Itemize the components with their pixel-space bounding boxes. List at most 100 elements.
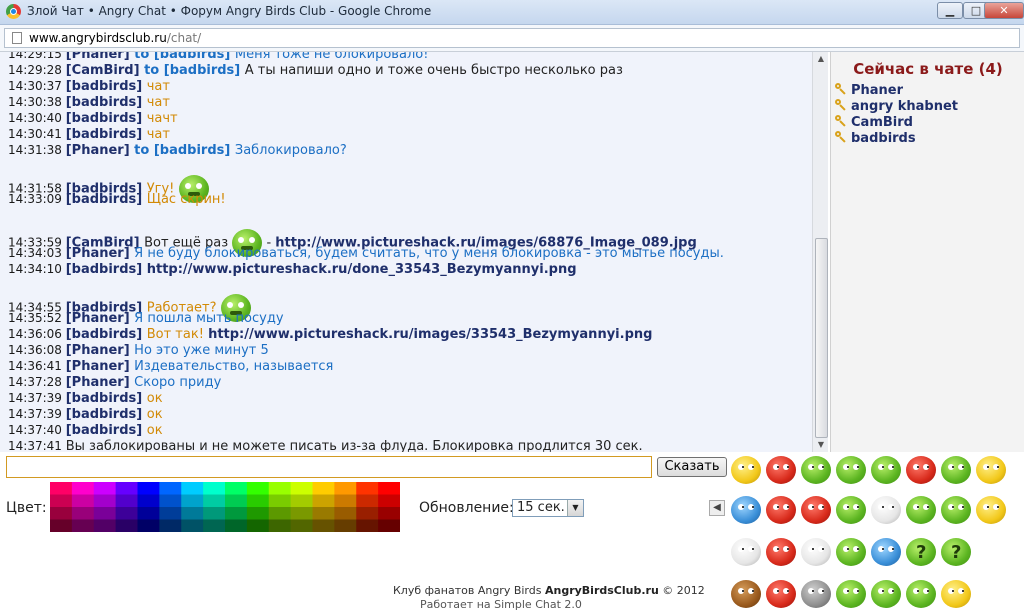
message-nick[interactable]: [badbirds] <box>66 262 147 277</box>
send-button[interactable]: Сказать <box>657 457 727 477</box>
color-swatch[interactable] <box>159 519 182 533</box>
message-nick[interactable]: [badbirds] <box>66 391 147 406</box>
color-swatch[interactable] <box>312 519 335 533</box>
online-user[interactable]: Phaner <box>835 83 903 99</box>
message-link[interactable]: http://www.pictureshack.ru/done_33543_Be… <box>147 262 577 277</box>
color-swatch[interactable] <box>93 482 117 495</box>
color-swatch[interactable] <box>246 494 270 508</box>
color-swatch[interactable] <box>137 507 160 520</box>
color-swatch[interactable] <box>71 494 95 508</box>
message-recipient[interactable]: to [badbirds] <box>134 52 235 62</box>
speaker-icon[interactable]: ◀ <box>709 500 725 516</box>
color-swatch[interactable] <box>181 519 204 533</box>
emoticon-green-icon[interactable] <box>941 496 971 524</box>
message-nick[interactable]: [Phaner] <box>66 246 134 261</box>
color-swatch[interactable] <box>268 482 292 495</box>
color-swatch[interactable] <box>246 482 270 495</box>
color-swatch[interactable] <box>159 507 182 520</box>
color-swatch[interactable] <box>378 482 400 495</box>
emoticon-green-icon[interactable] <box>871 580 901 608</box>
emoticon-red-icon[interactable] <box>766 580 796 608</box>
color-swatch[interactable] <box>312 482 335 495</box>
color-swatch[interactable] <box>225 482 248 495</box>
color-swatch[interactable] <box>225 507 248 520</box>
emoticon-green-icon[interactable] <box>871 456 901 484</box>
color-swatch[interactable] <box>93 507 117 520</box>
color-swatch[interactable] <box>334 482 357 495</box>
color-swatch[interactable] <box>246 519 270 533</box>
color-swatch[interactable] <box>50 519 73 533</box>
color-swatch[interactable] <box>290 519 313 533</box>
emoticon-brown-icon[interactable] <box>731 580 761 608</box>
url-field[interactable]: www.angrybirdsclub.ru/chat/ <box>4 28 1020 48</box>
emoticon-red-icon[interactable] <box>766 496 796 524</box>
emoticon-green-icon[interactable] <box>906 580 936 608</box>
color-swatch[interactable] <box>225 519 248 533</box>
message-nick[interactable]: [Phaner] <box>66 52 134 62</box>
chevron-down-icon[interactable]: ▼ <box>567 500 583 516</box>
emoticon-red-icon[interactable] <box>766 538 796 566</box>
color-swatch[interactable] <box>93 494 117 508</box>
message-nick[interactable]: [badbirds] <box>66 407 147 422</box>
emoticon-red-icon[interactable] <box>801 496 831 524</box>
color-swatch[interactable] <box>159 482 182 495</box>
color-swatch[interactable] <box>115 482 138 495</box>
message-nick[interactable]: [Phaner] <box>66 143 134 158</box>
color-swatch[interactable] <box>159 494 182 508</box>
message-nick[interactable]: [Phaner] <box>66 311 134 326</box>
color-swatch[interactable] <box>115 507 138 520</box>
color-swatch[interactable] <box>334 507 357 520</box>
scroll-thumb[interactable] <box>815 238 828 438</box>
color-swatch[interactable] <box>378 519 400 533</box>
color-swatch[interactable] <box>181 507 204 520</box>
online-user[interactable]: angry khabnet <box>835 99 958 115</box>
color-swatch[interactable] <box>203 482 226 495</box>
emoticon-green-icon[interactable] <box>836 580 866 608</box>
color-swatch[interactable] <box>71 507 95 520</box>
message-nick[interactable]: [badbirds] <box>66 423 147 438</box>
color-swatch[interactable] <box>378 507 400 520</box>
color-swatch[interactable] <box>356 482 379 495</box>
color-swatch[interactable] <box>115 494 138 508</box>
emoticon-green-icon[interactable] <box>906 538 936 566</box>
message-nick[interactable]: [CamBird] <box>66 63 144 78</box>
color-swatch[interactable] <box>203 507 226 520</box>
emoticon-yellow-icon[interactable] <box>731 456 761 484</box>
emoticon-white-icon[interactable] <box>871 496 901 524</box>
color-swatch[interactable] <box>181 482 204 495</box>
message-nick[interactable]: [badbirds] <box>66 79 147 94</box>
chat-scrollbar[interactable]: ▲ ▼ <box>812 52 828 452</box>
message-recipient[interactable]: to [badbirds] <box>134 143 235 158</box>
color-swatch[interactable] <box>50 507 73 520</box>
color-swatch[interactable] <box>71 519 95 533</box>
color-swatch[interactable] <box>50 494 73 508</box>
message-nick[interactable]: [badbirds] <box>66 127 147 142</box>
color-swatch[interactable] <box>246 507 270 520</box>
emoticon-grey-icon[interactable] <box>801 580 831 608</box>
message-input[interactable] <box>6 456 652 478</box>
color-swatch[interactable] <box>203 494 226 508</box>
emoticon-yellow-icon[interactable] <box>941 580 971 608</box>
message-nick[interactable]: [badbirds] <box>66 111 147 126</box>
color-swatch[interactable] <box>268 494 292 508</box>
message-nick[interactable]: [Phaner] <box>66 343 134 358</box>
emoticon-green-icon[interactable] <box>801 456 831 484</box>
message-recipient[interactable]: to [badbirds] <box>144 63 245 78</box>
color-swatch[interactable] <box>290 494 313 508</box>
color-swatch[interactable] <box>137 519 160 533</box>
color-swatch[interactable] <box>334 519 357 533</box>
emoticon-blue-icon[interactable] <box>871 538 901 566</box>
color-swatch[interactable] <box>312 494 335 508</box>
color-swatch[interactable] <box>356 507 379 520</box>
color-swatch[interactable] <box>137 482 160 495</box>
emoticon-yellow-icon[interactable] <box>976 496 1006 524</box>
color-swatch[interactable] <box>225 494 248 508</box>
emoticon-green-icon[interactable] <box>836 538 866 566</box>
color-swatch[interactable] <box>290 507 313 520</box>
color-swatch[interactable] <box>334 494 357 508</box>
color-swatch[interactable] <box>378 494 400 508</box>
emoticon-green-icon[interactable] <box>836 456 866 484</box>
message-nick[interactable]: [badbirds] <box>66 192 147 207</box>
color-swatch[interactable] <box>115 519 138 533</box>
color-swatch[interactable] <box>137 494 160 508</box>
